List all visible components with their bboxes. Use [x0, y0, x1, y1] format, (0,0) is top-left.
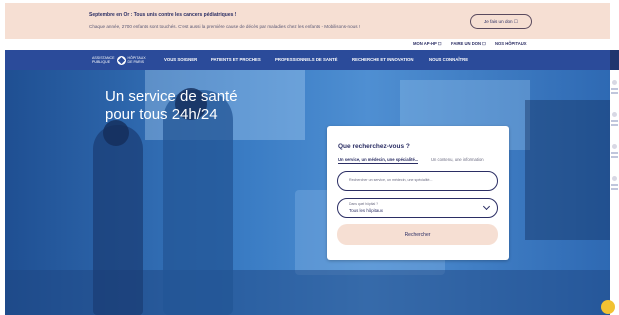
hospital-select[interactable]: Dans quel hôpital ? Tous les hôpitaux: [337, 198, 498, 218]
logo-text-left: ASSISTANCE PUBLIQUE: [92, 56, 115, 64]
hospital-select-value: Tous les hôpitaux: [349, 208, 383, 213]
chevron-down-icon: [482, 202, 491, 211]
hospital-select-label: Dans quel hôpital ?: [349, 202, 379, 206]
shortcut-label-4: [611, 184, 618, 186]
nav-item-vous-soigner[interactable]: VOUS SOIGNER: [164, 57, 197, 62]
nav-item-recherche[interactable]: RECHERCHE ET INNOVATION: [352, 57, 413, 62]
search-submit-button[interactable]: Rechercher: [337, 224, 498, 245]
shortcut-icon-2[interactable]: [612, 112, 617, 117]
campaign-banner: Septembre en Or : Tous unis contre les c…: [5, 3, 610, 39]
shortcut-label-2b: [611, 124, 618, 126]
shortcut-label-3: [611, 152, 618, 154]
shortcut-icon-1[interactable]: [612, 80, 617, 85]
search-input-placeholder: Rechercher un service, un médecin, une s…: [349, 178, 433, 182]
hero-title: Un service de santé pour tous 24h/24: [105, 88, 238, 124]
utility-link-mon-aphp[interactable]: MON AP-HP ☐: [413, 41, 442, 46]
logo-text-right: HÔPITAUX DE PARIS: [127, 56, 146, 64]
shortcut-label-4b: [611, 188, 618, 190]
shortcut-label-1b: [611, 92, 618, 94]
banner-text: Chaque année, 2700 enfants sont touchés.…: [89, 24, 361, 29]
shortcut-icon-4[interactable]: [612, 176, 617, 181]
aphp-logo[interactable]: ASSISTANCE PUBLIQUE HÔPITAUX DE PARIS: [92, 54, 146, 66]
side-shortcut-panel: [610, 70, 619, 315]
hero-title-line1: Un service de santé: [105, 88, 238, 105]
shortcut-label-3b: [611, 156, 618, 158]
search-input[interactable]: Rechercher un service, un médecin, une s…: [337, 171, 498, 191]
search-card: Que recherchez-vous ? Un service, un méd…: [327, 126, 509, 260]
banner-title: Septembre en Or : Tous unis contre les c…: [89, 12, 237, 18]
shortcut-icon-3[interactable]: [612, 144, 617, 149]
nav-item-nous-connaitre[interactable]: NOUS CONNAÎTRE: [429, 57, 468, 62]
shortcut-label-1: [611, 88, 618, 90]
hero-nurse-left: [93, 125, 143, 315]
search-title: Que recherchez-vous ?: [338, 143, 410, 150]
hero-title-line2: pour tous 24h/24: [105, 106, 218, 123]
nav-item-patients-proches[interactable]: PATIENTS ET PROCHES: [211, 57, 261, 62]
logo-mark-icon: [116, 55, 126, 65]
hero-shelf: [525, 100, 610, 240]
search-tab-content[interactable]: Un contenu, une information: [431, 157, 484, 162]
shortcut-label-2: [611, 120, 618, 122]
search-tab-service[interactable]: Un service, un médecin, une spécialité..…: [338, 157, 419, 164]
utility-link-faire-un-don[interactable]: FAIRE UN DON ☐: [451, 41, 486, 46]
side-toolbar-tab[interactable]: [610, 50, 619, 70]
utility-link-nos-hopitaux[interactable]: NOS HÔPITAUX: [495, 41, 527, 46]
nav-item-professionnels[interactable]: PROFESSIONNELS DE SANTÉ: [275, 57, 338, 62]
chat-widget-icon[interactable]: [601, 300, 615, 314]
utility-bar: MON AP-HP ☐ FAIRE UN DON ☐ NOS HÔPITAUX: [5, 39, 610, 50]
donate-button[interactable]: Je fais un don ☐: [470, 14, 532, 29]
main-navbar: ASSISTANCE PUBLIQUE HÔPITAUX DE PARIS VO…: [5, 50, 610, 70]
hero-section: [5, 70, 610, 315]
